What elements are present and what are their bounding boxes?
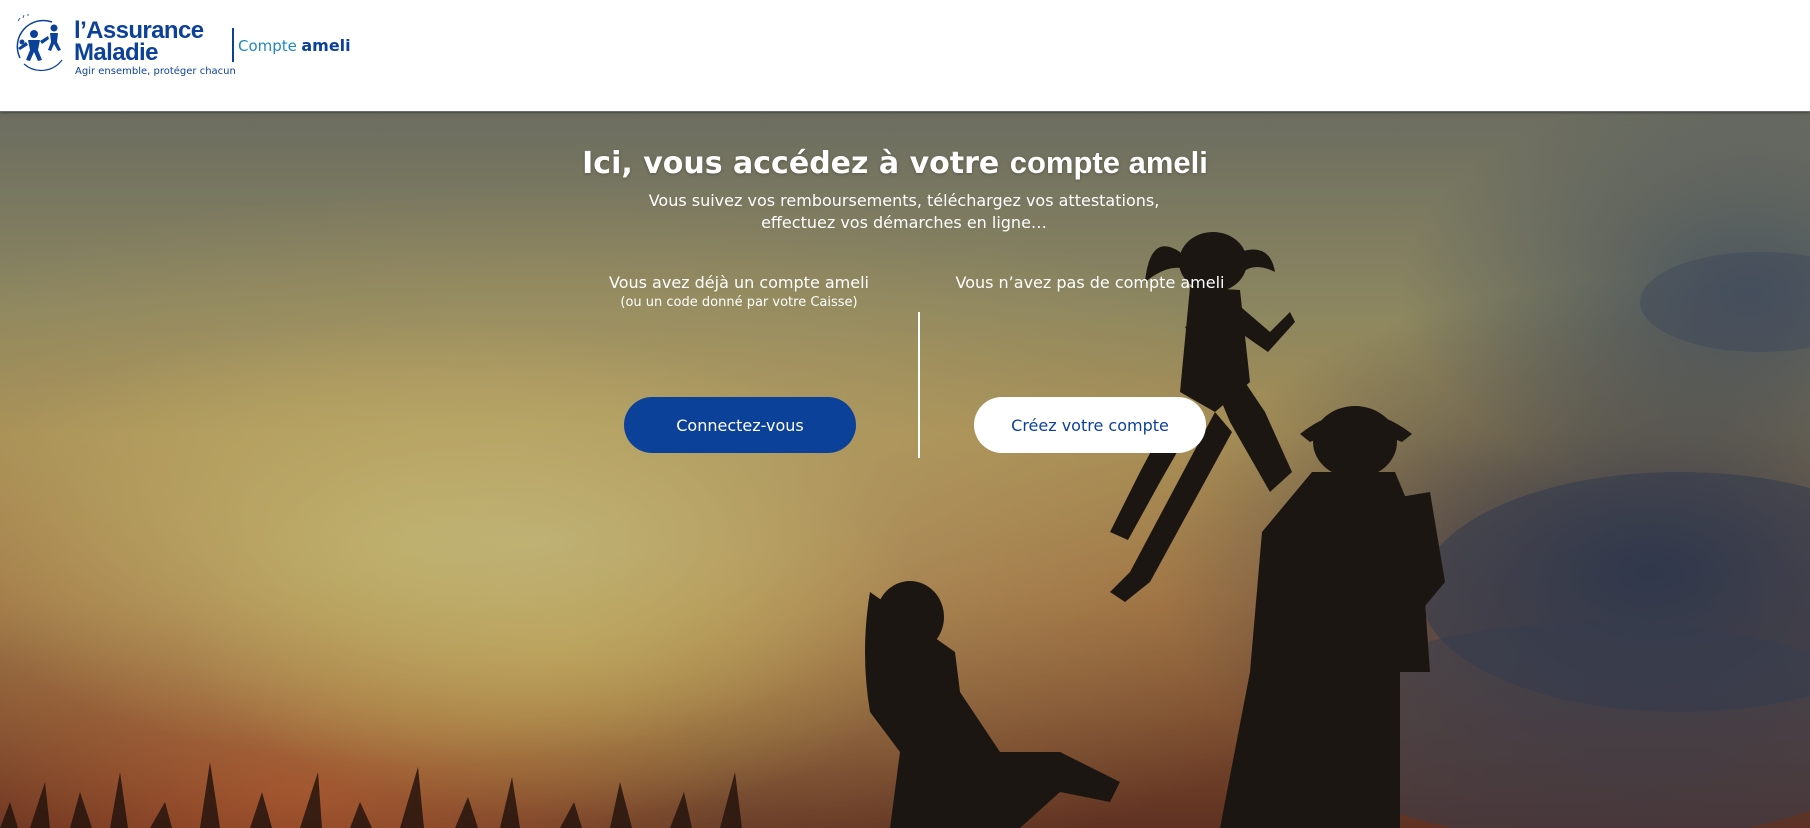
existing-account-note: (ou un code donné par votre Caisse) bbox=[620, 295, 858, 310]
column-divider bbox=[918, 312, 920, 458]
hero-content: Ici, vous accédez à votre compte ameli V… bbox=[0, 112, 1810, 828]
existing-account-heading: Vous avez déjà un compte ameli bbox=[608, 273, 869, 292]
hero-section: Ici, vous accédez à votre compte ameli V… bbox=[0, 112, 1810, 828]
hero-subline-2: effectuez vos démarches en ligne… bbox=[761, 213, 1047, 232]
hero-headline-prefix: Ici, vous accédez à votre bbox=[582, 146, 1000, 181]
site-header: l’Assurance Maladie Agir ensemble, proté… bbox=[0, 0, 1810, 112]
assurance-maladie-logo[interactable]: l’Assurance Maladie Agir ensemble, proté… bbox=[12, 14, 236, 84]
app-title: Compte ameli bbox=[238, 36, 351, 56]
hero-subline-1: Vous suivez vos remboursements, téléchar… bbox=[648, 191, 1160, 210]
header-divider bbox=[232, 28, 234, 62]
new-account-column: Vous n’avez pas de compte ameli bbox=[930, 272, 1250, 294]
hero-subline: Vous suivez vos remboursements, téléchar… bbox=[0, 190, 1808, 234]
create-account-button[interactable]: Créez votre compte bbox=[974, 397, 1206, 453]
app-title-part1: Compte bbox=[238, 37, 297, 55]
logo-name: l’Assurance Maladie bbox=[74, 19, 204, 66]
login-button[interactable]: Connectez-vous bbox=[624, 397, 856, 453]
logo-name-line2: Maladie bbox=[74, 39, 158, 66]
logo-tagline: Agir ensemble, protéger chacun bbox=[75, 66, 236, 77]
hero-headline-bold: compte ameli bbox=[1009, 145, 1208, 180]
app-title-part2: ameli bbox=[301, 36, 351, 55]
assurance-maladie-emblem-icon bbox=[16, 14, 63, 72]
hero-headline: Ici, vous accédez à votre compte ameli bbox=[0, 145, 1790, 181]
new-account-heading: Vous n’avez pas de compte ameli bbox=[955, 273, 1225, 292]
existing-account-column: Vous avez déjà un compte ameli (ou un co… bbox=[579, 272, 899, 310]
